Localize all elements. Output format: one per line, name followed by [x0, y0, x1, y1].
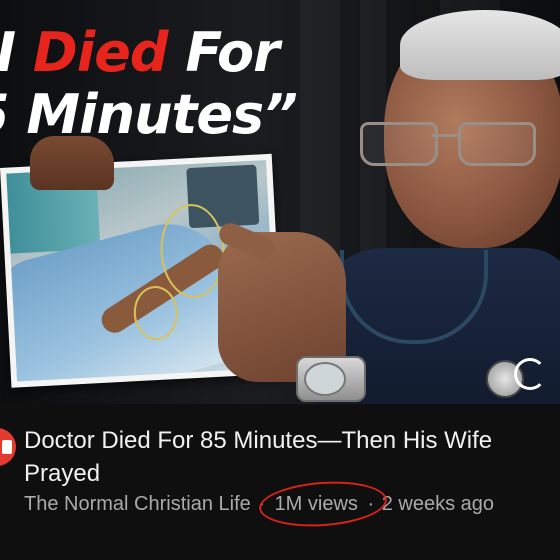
thumbnail-title: I Died For 5 Minutes” [0, 21, 298, 146]
video-thumbnail[interactable]: I Died For 5 Minutes” [0, 0, 560, 404]
channel-name[interactable]: The Normal Christian Life [24, 493, 251, 515]
hand-holding-photo [30, 136, 114, 190]
wristwatch [296, 356, 366, 402]
channel-avatar[interactable] [0, 428, 16, 466]
view-count: 1M views [257, 477, 388, 531]
video-info: Doctor Died For 85 Minutes—Then His Wife… [0, 404, 560, 560]
ring-icon [514, 358, 546, 390]
upload-age: 2 weeks ago [381, 493, 494, 515]
video-title[interactable]: Doctor Died For 85 Minutes—Then His Wife… [24, 424, 544, 490]
glasses [360, 122, 560, 166]
video-meta: The Normal Christian Life · 1M views · 2… [24, 477, 494, 531]
thumbnail-title-accent: Died [32, 21, 169, 84]
